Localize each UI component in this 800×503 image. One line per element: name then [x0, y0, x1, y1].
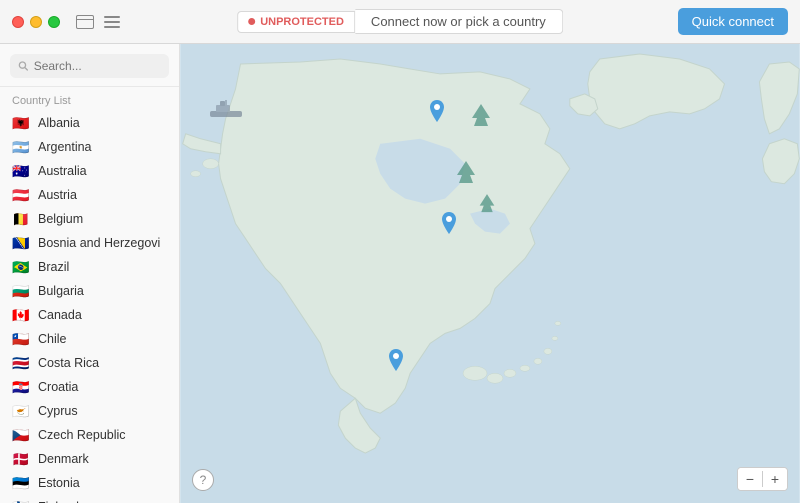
list-item[interactable]: 🇦🇱 Albania [0, 111, 179, 135]
list-item[interactable]: 🇨🇱 Chile [0, 327, 179, 351]
status-badge: UNPROTECTED [237, 11, 355, 33]
country-name: Denmark [38, 452, 89, 466]
zoom-plus-button[interactable]: + [763, 468, 787, 490]
map-pin-mexico[interactable] [387, 349, 405, 371]
maximize-button[interactable] [48, 16, 60, 28]
ship-icon [208, 99, 244, 126]
status-label: UNPROTECTED [260, 16, 344, 28]
quick-connect-button[interactable]: Quick connect [678, 8, 788, 35]
country-name: Croatia [38, 380, 78, 394]
list-item[interactable]: 🇫🇮Finland [0, 495, 179, 503]
list-item[interactable]: 🇧🇪 Belgium [0, 207, 179, 231]
tree-icon-1 [470, 102, 492, 136]
flag-icon: 🇨🇷 [12, 357, 30, 370]
minimize-button[interactable] [30, 16, 42, 28]
tree-icon-2 [455, 159, 477, 193]
flag-icon: 🇨🇾 [12, 405, 30, 418]
status-dot [248, 18, 255, 25]
zoom-controls: − + [737, 467, 788, 491]
title-bar: UNPROTECTED Connect now or pick a countr… [0, 0, 800, 44]
search-wrapper [10, 54, 169, 78]
country-name: Chile [38, 332, 67, 346]
tree-icon-3 [478, 192, 496, 222]
list-item[interactable]: 🇩🇰 Denmark [0, 447, 179, 471]
title-text: Connect now or pick a country [355, 9, 563, 34]
map-pin-usa[interactable] [440, 212, 458, 234]
flag-icon: 🇧🇷 [12, 261, 30, 274]
sidebar: Country List 🇦🇱 Albania 🇦🇷 Argentina 🇦🇺 Austr… [0, 44, 180, 503]
flag-icon: 🇪🇪 [12, 477, 30, 490]
country-name: Belgium [38, 212, 83, 226]
map-pin-canada[interactable] [428, 100, 446, 122]
country-name: Albania [38, 116, 80, 130]
traffic-lights [12, 16, 60, 28]
flag-icon: 🇧🇦 [12, 237, 30, 250]
search-input[interactable] [34, 59, 161, 73]
title-bar-center: UNPROTECTED Connect now or pick a countr… [237, 9, 563, 34]
country-name: Bulgaria [38, 284, 84, 298]
zoom-minus-button[interactable]: − [738, 468, 762, 490]
country-name: Australia [38, 164, 87, 178]
help-button[interactable]: ? [192, 469, 214, 491]
flag-icon: 🇧🇬 [12, 285, 30, 298]
main-content: Country List 🇦🇱 Albania 🇦🇷 Argentina 🇦🇺 Austr… [0, 44, 800, 503]
flag-icon: 🇦🇱 [12, 117, 30, 130]
map-bottom-controls: ? [192, 469, 214, 491]
list-item[interactable]: 🇭🇷 Croatia [0, 375, 179, 399]
close-button[interactable] [12, 16, 24, 28]
flag-icon: 🇩🇰 [12, 453, 30, 466]
country-list: 🇦🇱 Albania 🇦🇷 Argentina 🇦🇺 Australia 🇦🇹 Austria… [0, 111, 179, 503]
country-name: Czech Republic [38, 428, 126, 442]
map-area: ? − + [180, 44, 800, 503]
list-item[interactable]: 🇪🇪 Estonia [0, 471, 179, 495]
country-name: Brazil [38, 260, 69, 274]
flag-icon: 🇨🇱 [12, 333, 30, 346]
flag-icon: 🇨🇿 [12, 429, 30, 442]
flag-icon: 🇦🇹 [12, 189, 30, 202]
flag-icon: 🇦🇷 [12, 141, 30, 154]
list-item[interactable]: 🇨🇿 Czech Republic [0, 423, 179, 447]
country-name: Cyprus [38, 404, 78, 418]
search-icon [18, 60, 29, 72]
flag-icon: 🇧🇪 [12, 213, 30, 226]
list-item[interactable]: 🇧🇬 Bulgaria [0, 279, 179, 303]
list-item[interactable]: 🇦🇺 Australia [0, 159, 179, 183]
country-name: Estonia [38, 476, 80, 490]
menu-icon[interactable] [104, 16, 120, 28]
list-item[interactable]: 🇨🇷 Costa Rica [0, 351, 179, 375]
country-name: Costa Rica [38, 356, 99, 370]
country-name: Canada [38, 308, 82, 322]
list-item[interactable]: 🇦🇹 Austria [0, 183, 179, 207]
country-name: Bosnia and Herzegovi [38, 236, 160, 250]
list-item[interactable]: 🇨🇦 Canada [0, 303, 179, 327]
list-item[interactable]: 🇦🇷 Argentina [0, 135, 179, 159]
list-item[interactable]: 🇨🇾 Cyprus [0, 399, 179, 423]
list-item[interactable]: 🇧🇷 Brazil [0, 255, 179, 279]
flag-icon: 🇨🇦 [12, 309, 30, 322]
country-name: Austria [38, 188, 77, 202]
tab-icon[interactable] [76, 15, 94, 29]
flag-icon: 🇦🇺 [12, 165, 30, 178]
country-name: Argentina [38, 140, 92, 154]
country-list-header: Country List [0, 87, 179, 111]
search-container [0, 44, 179, 87]
list-item[interactable]: 🇧🇦 Bosnia and Herzegovi [0, 231, 179, 255]
flag-icon: 🇭🇷 [12, 381, 30, 394]
